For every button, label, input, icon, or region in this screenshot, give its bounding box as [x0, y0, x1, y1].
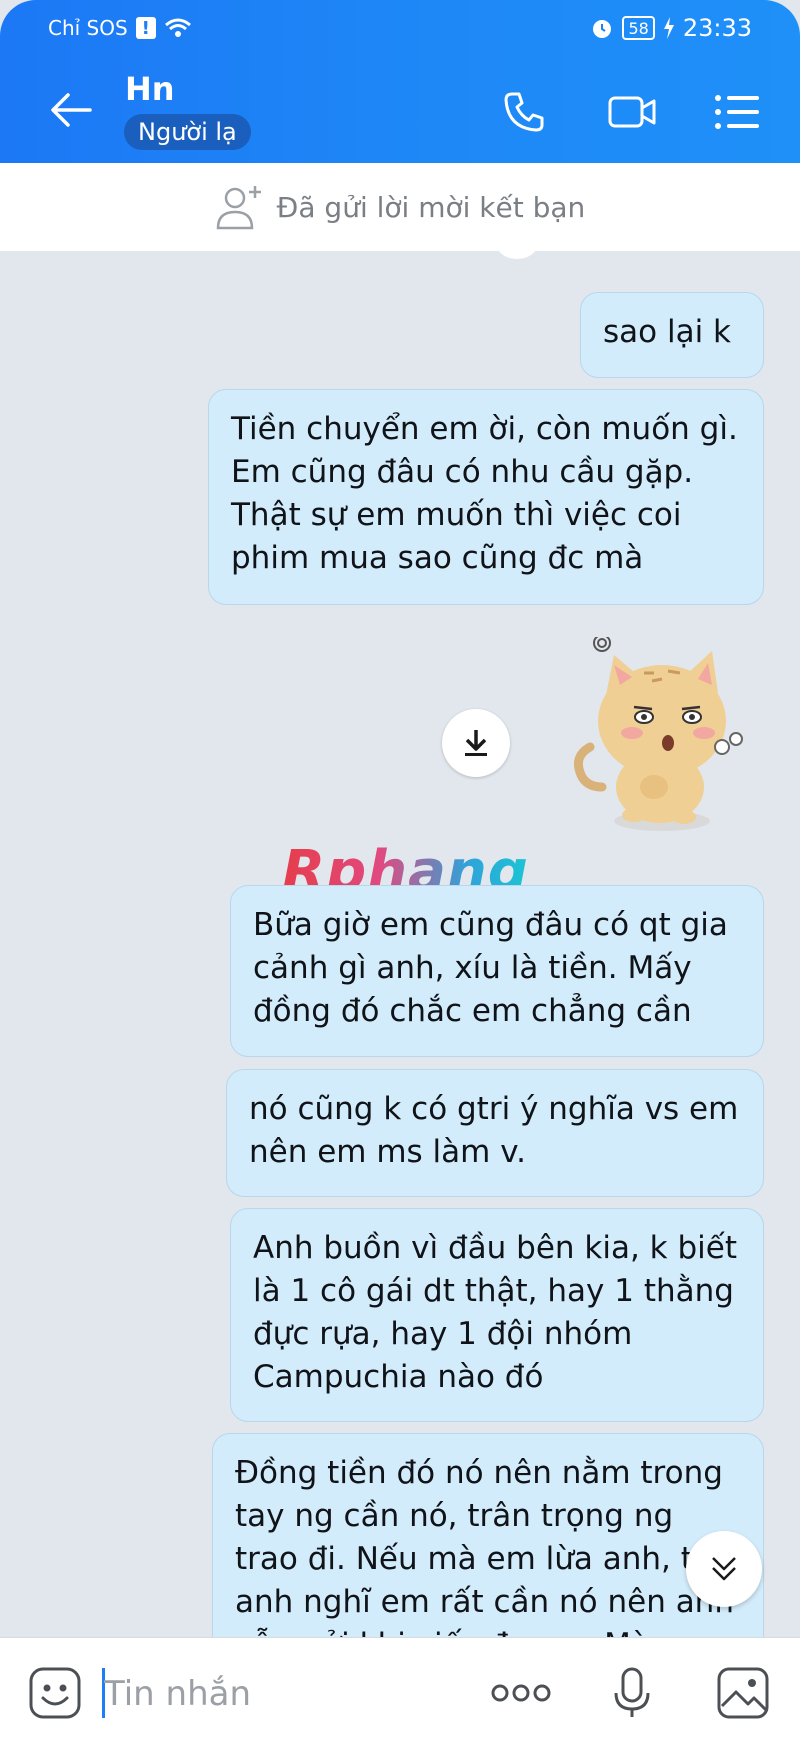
carrier: Chỉ SOS !: [48, 16, 192, 40]
more-options-icon[interactable]: [490, 1666, 552, 1720]
status-bar: Chỉ SOS ! 58 23:33: [0, 0, 800, 56]
add-friend-icon: [216, 186, 261, 230]
download-icon: [465, 730, 487, 756]
message-bubble[interactable]: Anh buồn vì đầu bên kia, k biết là 1 cô …: [230, 1208, 764, 1422]
prev-item-peek: [497, 251, 537, 259]
status-right: 58 23:33: [590, 14, 752, 42]
sos-alert-icon: !: [135, 17, 156, 39]
message-bubble[interactable]: Tiền chuyển em ời, còn muốn gì. Em cũng …: [208, 389, 764, 605]
message-bubble[interactable]: Đồng tiền đó nó nên nằm trong tay ng cần…: [212, 1433, 764, 1637]
scroll-to-bottom-button[interactable]: [686, 1531, 762, 1607]
cat-sticker[interactable]: [562, 637, 752, 837]
menu-list-icon[interactable]: [714, 90, 760, 134]
top-bar: Chỉ SOS ! 58 23:33 Hn Người lạ: [0, 0, 800, 163]
chat-messages[interactable]: sao lại k Tiền chuyển em ời, còn muốn gì…: [0, 251, 800, 1637]
sticker-emoji-icon[interactable]: [28, 1666, 82, 1720]
message-bubble[interactable]: sao lại k: [580, 292, 764, 378]
friend-request-label: Đã gửi lời mời kết bạn: [276, 190, 586, 224]
microphone-icon[interactable]: [612, 1666, 652, 1720]
double-chevron-down-icon: [712, 1557, 736, 1581]
wifi-icon: [164, 18, 191, 37]
alarm-icon: [593, 20, 612, 38]
battery-indicator: 58: [622, 16, 655, 40]
contact-name[interactable]: Hn: [125, 70, 175, 108]
message-input-field[interactable]: Tin nhắn: [104, 1674, 251, 1714]
back-arrow-icon[interactable]: [50, 92, 92, 128]
chat-header: Hn Người lạ: [0, 56, 800, 163]
phone-call-icon[interactable]: [502, 90, 546, 134]
carrier-label: Chỉ SOS: [48, 16, 128, 40]
friend-request-status: Đã gửi lời mời kết bạn: [0, 163, 800, 251]
message-bubble[interactable]: nó cũng k có gtri ý nghĩa vs em nên em m…: [226, 1069, 764, 1197]
clock: 23:33: [682, 14, 752, 42]
download-sticker-button[interactable]: [442, 709, 510, 777]
image-gallery-icon[interactable]: [716, 1666, 770, 1720]
video-call-icon[interactable]: [608, 90, 656, 134]
stranger-badge: Người lạ: [124, 114, 251, 150]
charging-icon: [663, 17, 674, 39]
message-input-bar: Tin nhắn: [0, 1637, 800, 1745]
message-bubble[interactable]: Bữa giờ em cũng đâu có qt gia cảnh gì an…: [230, 885, 764, 1057]
